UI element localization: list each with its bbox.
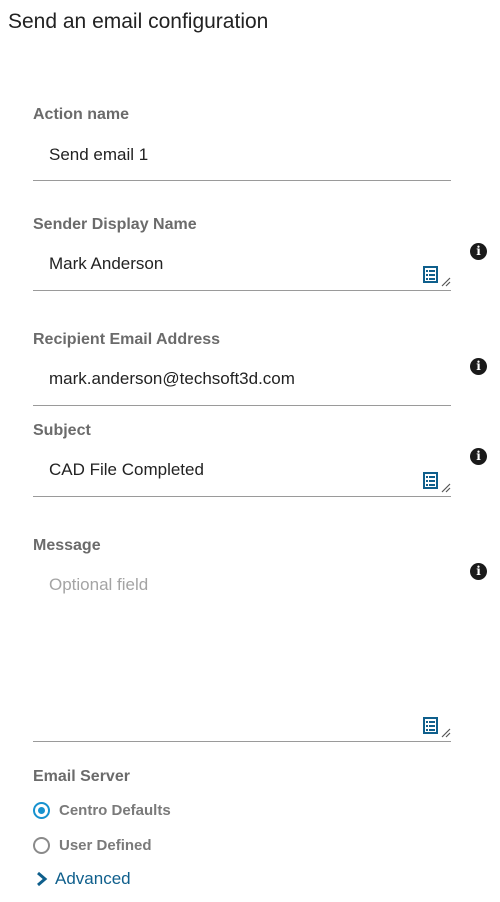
sender-display-name-underline [33,290,451,291]
recipient-email-input[interactable]: mark.anderson@techsoft3d.com [49,369,295,389]
recipient-info-icon[interactable]: i [470,358,487,375]
chevron-right-icon [37,871,48,887]
recipient-email-label: Recipient Email Address [33,331,221,348]
radio-label-centro-defaults: Centro Defaults [59,802,171,819]
radio-selected-icon[interactable] [33,802,50,819]
subject-input[interactable]: CAD File Completed [49,460,204,480]
email-server-label: Email Server [33,768,130,785]
subject-info-icon[interactable]: i [470,448,487,465]
radio-label-user-defined: User Defined [59,837,152,854]
sender-display-name-label: Sender Display Name [33,216,197,233]
action-name-input[interactable]: Send email 1 [49,145,148,165]
radio-centro-defaults[interactable]: Centro Defaults [33,802,171,819]
message-textarea[interactable]: Optional field [49,575,148,595]
message-info-icon[interactable]: i [470,563,487,580]
subject-label: Subject [33,422,91,439]
advanced-toggle[interactable]: Advanced [35,869,131,889]
sender-display-name-input[interactable]: Mark Anderson [49,254,163,274]
radio-user-defined[interactable]: User Defined [33,837,152,854]
action-name-label: Action name [33,106,130,123]
page-title: Send an email configuration [8,10,269,33]
radio-unselected-icon[interactable] [33,837,50,854]
sender-variables-icon[interactable] [421,265,451,287]
message-label: Message [33,537,101,554]
recipient-email-underline [33,405,451,406]
subject-underline [33,496,451,497]
action-name-underline [33,180,451,181]
message-variables-icon[interactable] [421,716,451,738]
message-underline [33,741,451,742]
sender-info-icon[interactable]: i [470,243,487,260]
advanced-label: Advanced [55,869,131,888]
subject-variables-icon[interactable] [421,471,451,493]
